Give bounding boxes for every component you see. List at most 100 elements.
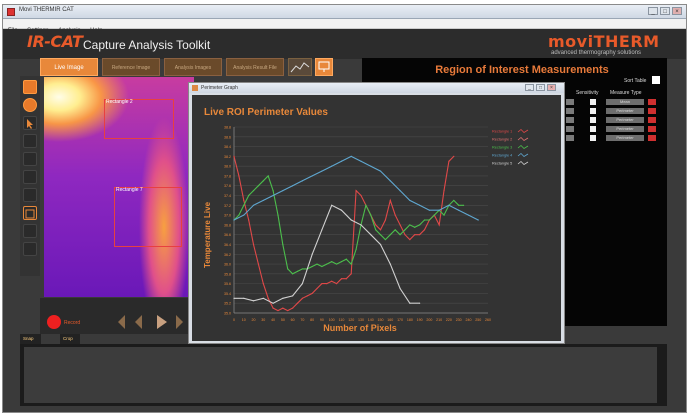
app-header: IR-CAT Capture Analysis Toolkit moviTHER… [3,29,686,59]
series-point [384,238,387,241]
tab-analysis-images[interactable]: Analysis Images [164,58,222,76]
series-point [311,265,313,268]
rewind-icon[interactable] [118,315,125,329]
roi-rectangle-7[interactable] [114,187,182,247]
series-point [340,209,343,211]
series-point [335,263,338,265]
y-tick-label: 36.2 [224,253,231,257]
y-tick-label: 37.6 [224,184,231,188]
x-tick-label: 170 [397,318,403,322]
tagline: advanced thermography solutions [551,50,642,56]
tab-live-image[interactable]: Live Image [40,58,98,76]
graph-maximize-button[interactable]: □ [536,84,545,91]
series-point [448,204,450,206]
series-point [301,268,303,270]
tab-reference-image[interactable]: Reference Image [102,58,160,76]
tab-snap-images[interactable]: Snap Images [20,334,41,351]
series-point [462,204,465,206]
legend-swatch [517,128,529,134]
series-point [458,209,460,211]
series-point [287,268,289,270]
col-measure-type: Measure Type [610,90,642,96]
minimize-button[interactable]: _ [648,7,658,15]
square-select-icon[interactable] [23,206,37,220]
roi-row[interactable]: Perimeter [566,108,656,114]
hexagon-tool-icon[interactable] [23,224,37,238]
monitor-icon[interactable] [315,58,333,76]
x-tick-label: 100 [329,318,335,322]
play-icon[interactable] [157,315,167,329]
tab-crop-videos[interactable]: Crop Videos [60,334,80,351]
graph-toggle-icon[interactable] [288,58,312,76]
series-point [233,219,235,221]
y-tick-label: 36.6 [224,233,231,237]
y-tick-label: 35.8 [224,272,231,276]
thumbnail-strip[interactable] [24,347,657,403]
series-point [252,243,255,246]
settings-gear-icon[interactable] [23,80,37,94]
roi-row[interactable]: Mean [566,99,656,105]
chart-legend: Rectangle 1 Rectangle 2 Rectangle 3 Rectang… [492,128,529,166]
series-point [311,253,313,255]
legend-swatch [517,160,529,166]
series-point [233,297,235,299]
close-button[interactable]: × [672,7,682,15]
sort-table-checkbox[interactable] [652,76,660,84]
series-point [360,160,362,162]
y-tick-label: 35.2 [224,302,231,306]
line-tool-icon[interactable] [23,170,37,184]
window-title: Movi THERMIR CAT [19,7,74,13]
series-point [252,300,255,302]
title-bar[interactable]: Movi THERMIR CAT _ □ × [3,5,686,19]
x-tick-label: 110 [339,318,345,322]
x-tick-label: 70 [300,318,304,322]
point-tool-icon[interactable] [23,98,37,112]
y-tick-label: 38.0 [224,165,231,169]
graph-minimize-button[interactable]: _ [525,84,534,91]
x-tick-label: 40 [271,318,275,322]
x-tick-label: 0 [233,318,235,322]
step-back-icon[interactable] [135,315,142,329]
roi-row[interactable]: Perimeter [566,117,656,123]
graph-close-button[interactable]: × [547,84,556,91]
graph-window-icon [192,85,198,91]
rectangle-roi-icon[interactable] [23,152,37,166]
series-point [340,278,343,280]
graph-window-titlebar[interactable]: Perimeter Graph _ □ × [189,83,564,93]
series-point [433,214,435,216]
y-tick-label: 38.4 [224,145,231,149]
tool-strip [20,76,40,276]
roi-rectangle-2[interactable] [104,99,174,139]
polygon-tool-icon[interactable] [23,188,37,202]
perimeter-graph-window[interactable]: Perimeter Graph _ □ × Live ROI Perimeter… [188,82,565,344]
series-point [409,199,411,202]
roi-row[interactable]: Perimeter [566,135,656,141]
x-tick-label: 210 [436,318,442,322]
cursor-icon[interactable] [23,116,37,130]
fast-forward-icon[interactable] [176,315,183,329]
chart-series [233,155,479,312]
x-tick-label: 180 [407,318,413,322]
legend-swatch [517,144,529,150]
maximize-button[interactable]: □ [660,7,670,15]
roi-row[interactable]: Perimeter [566,126,656,132]
series-point [335,283,338,285]
x-tick-label: 160 [387,318,393,322]
thermal-image[interactable]: Rectangle 2 Rectangle 7 [44,77,194,297]
y-tick-label: 37.2 [224,204,231,208]
tab-analysis-result-file[interactable]: Analysis Result File [226,58,284,76]
series-point [428,219,430,221]
series-point [233,155,235,157]
series-point [277,309,279,312]
record-label: Record [64,320,81,326]
series-point [316,263,318,265]
y-tick-label: 35.4 [224,292,231,296]
y-tick-label: 36.4 [224,243,231,247]
x-tick-label: 50 [281,318,285,322]
series-point [438,224,440,226]
series-point [301,283,303,285]
record-button[interactable] [47,315,61,329]
series-point [316,287,318,290]
erase-tool-icon[interactable] [23,242,37,256]
zoom-tool-icon[interactable] [23,134,37,148]
